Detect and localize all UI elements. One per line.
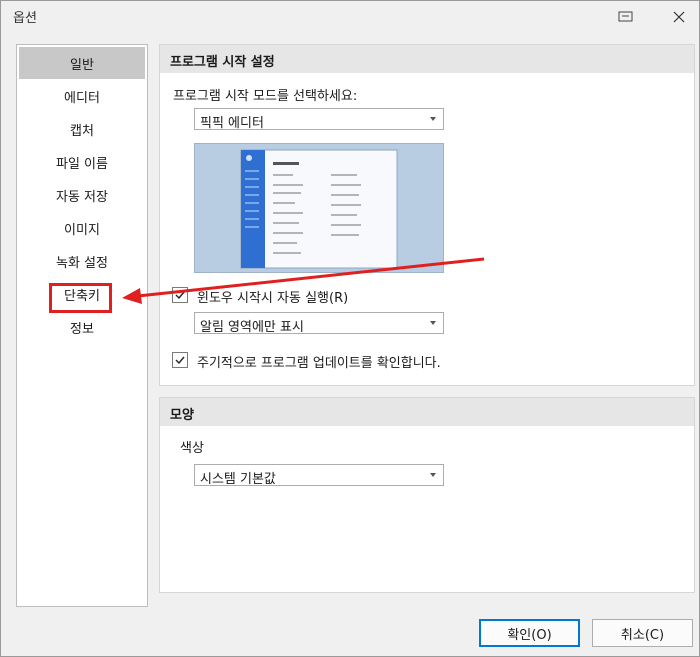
sidebar-item-filename[interactable]: 파일 이름 bbox=[19, 146, 145, 178]
autostart-label: 윈도우 시작시 자동 실행(R) bbox=[197, 291, 349, 306]
window-title: 옵션 bbox=[13, 11, 37, 26]
update-label: 주기적으로 프로그램 업데이트를 확인합니다. bbox=[197, 356, 441, 371]
sidebar-item-about[interactable]: 정보 bbox=[19, 311, 145, 343]
startup-preview-image bbox=[194, 143, 444, 273]
sidebar-item-capture[interactable]: 캡처 bbox=[19, 113, 145, 145]
color-select[interactable]: 시스템 기본값 bbox=[194, 464, 444, 487]
button-label: 확인(O) bbox=[507, 627, 552, 643]
sidebar-item-recording[interactable]: 녹화 설정 bbox=[19, 245, 145, 277]
chevron-down-icon bbox=[430, 473, 436, 477]
sidebar-item-label: 캡처 bbox=[70, 123, 94, 139]
sidebar-item-general[interactable]: 일반 bbox=[19, 47, 145, 79]
close-icon bbox=[673, 11, 685, 23]
section-title: 모양 bbox=[170, 408, 194, 423]
chevron-down-icon bbox=[430, 117, 436, 121]
sidebar-item-autosave[interactable]: 자동 저장 bbox=[19, 179, 145, 211]
select-value: 시스템 기본값 bbox=[200, 472, 276, 487]
color-label: 색상 bbox=[180, 441, 204, 456]
ok-button[interactable]: 확인(O) bbox=[479, 619, 580, 647]
cancel-button[interactable]: 취소(C) bbox=[592, 619, 693, 647]
sidebar-item-label: 일반 bbox=[70, 57, 94, 73]
sidebar: 일반 에디터 캡처 파일 이름 자동 저장 이미지 녹화 설정 단축키 정보 bbox=[16, 44, 148, 607]
sidebar-item-editor[interactable]: 에디터 bbox=[19, 80, 145, 112]
editor-preview-thumbnail bbox=[240, 149, 398, 269]
autostart-checkbox[interactable] bbox=[172, 287, 188, 303]
minimize-to-tray-button[interactable] bbox=[604, 1, 648, 33]
highlight-box bbox=[49, 283, 112, 313]
checkmark-icon bbox=[175, 356, 185, 365]
title-bar: 옵션 bbox=[1, 1, 699, 33]
tray-mode-select[interactable]: 알림 영역에만 표시 bbox=[194, 312, 444, 335]
startup-panel-header: 프로그램 시작 설정 bbox=[160, 45, 694, 73]
sidebar-item-label: 녹화 설정 bbox=[56, 255, 108, 271]
chevron-down-icon bbox=[430, 321, 436, 325]
section-title: 프로그램 시작 설정 bbox=[170, 55, 275, 70]
tray-icon bbox=[618, 11, 633, 22]
options-window: 옵션 일반 에디터 캡처 파일 이름 자동 저장 이미지 녹화 설정 단축키 정… bbox=[0, 0, 700, 657]
startup-mode-select[interactable]: 픽픽 에디터 bbox=[194, 108, 444, 131]
sidebar-item-label: 이미지 bbox=[64, 222, 100, 238]
sidebar-item-label: 파일 이름 bbox=[56, 156, 108, 172]
select-value: 픽픽 에디터 bbox=[200, 116, 264, 131]
sidebar-item-label: 에디터 bbox=[64, 90, 100, 106]
button-label: 취소(C) bbox=[620, 627, 665, 643]
select-value: 알림 영역에만 표시 bbox=[200, 320, 304, 335]
sidebar-item-label: 정보 bbox=[70, 321, 94, 337]
sidebar-item-label: 자동 저장 bbox=[56, 189, 108, 205]
checkmark-icon bbox=[175, 291, 185, 300]
close-button[interactable] bbox=[657, 1, 700, 33]
appearance-panel: 모양 bbox=[159, 397, 695, 593]
appearance-panel-header: 모양 bbox=[160, 398, 694, 426]
sidebar-item-image[interactable]: 이미지 bbox=[19, 212, 145, 244]
update-checkbox[interactable] bbox=[172, 352, 188, 368]
startup-mode-label: 프로그램 시작 모드를 선택하세요: bbox=[173, 89, 358, 104]
